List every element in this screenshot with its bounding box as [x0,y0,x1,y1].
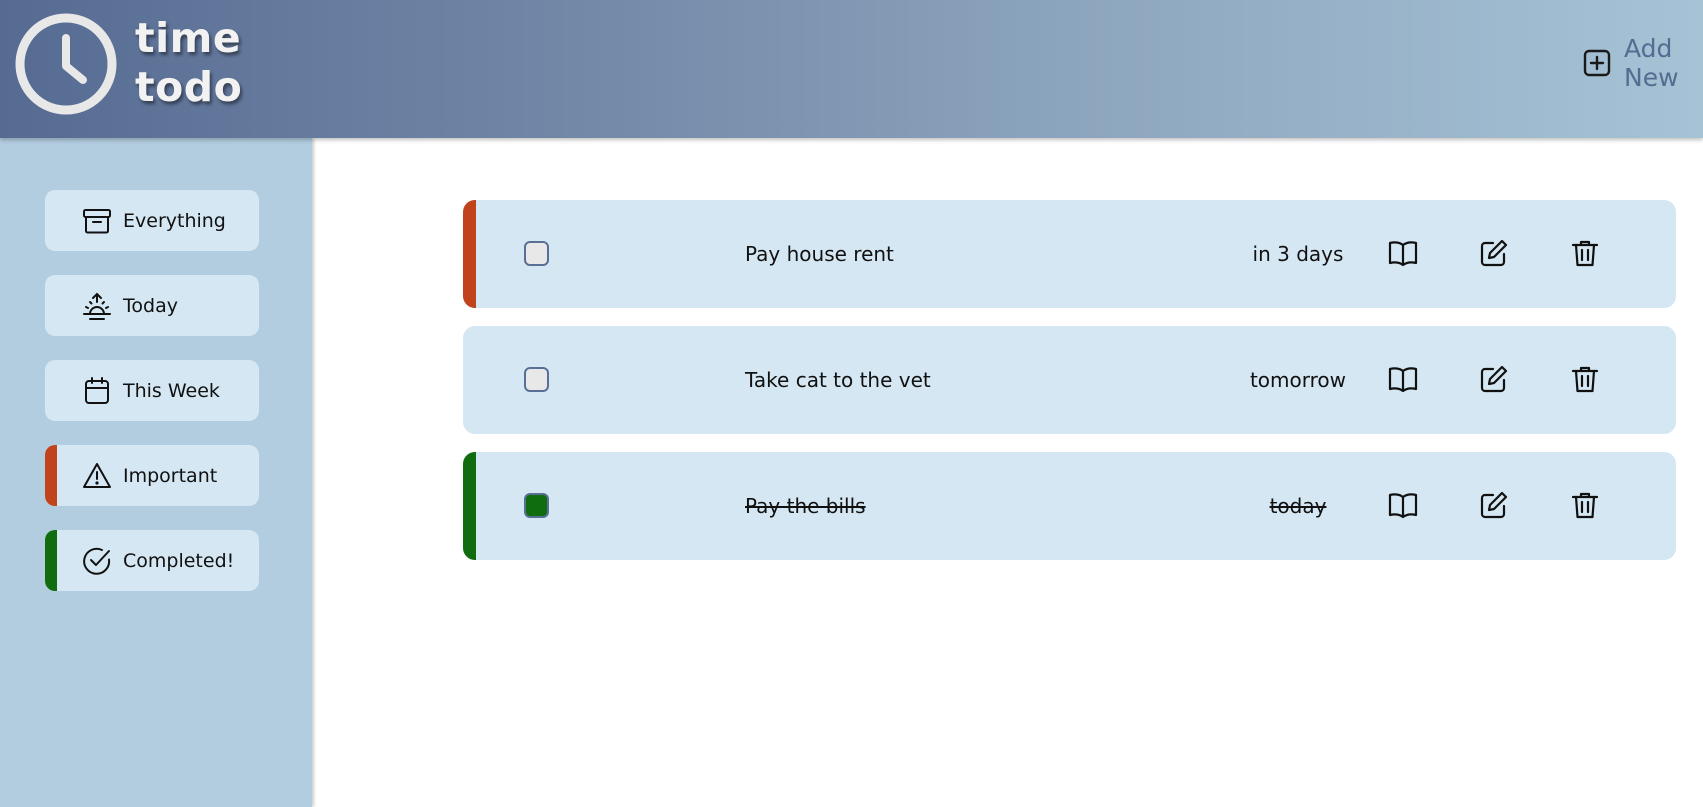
sunrise-icon [83,292,111,320]
sidebar-item-everything[interactable]: Everything [45,190,259,251]
todo-due-date: tomorrow [1249,368,1347,392]
check-circle-icon [83,547,111,575]
details-book-icon[interactable] [1387,363,1419,395]
sidebar-item-label: Completed! [123,549,235,572]
warning-triangle-icon [83,462,111,488]
todo-row: Pay house rent in 3 days [463,200,1676,308]
sidebar-item-label: Everything [123,209,226,232]
todo-title: Pay the bills [745,494,866,518]
sidebar-item-today[interactable]: Today [45,275,259,336]
todo-row: Pay the bills today [463,452,1676,560]
todo-checkbox[interactable] [524,367,549,392]
archive-box-icon [83,208,111,233]
important-accent-bar [45,445,57,506]
delete-trash-icon[interactable] [1569,237,1601,269]
plus-square-icon [1583,49,1611,77]
app-logo-text: time todo [135,14,242,112]
clock-icon [15,13,117,115]
sidebar-item-important[interactable]: Important [45,445,259,506]
sidebar-item-label: This Week [123,379,220,402]
app-header: time todo Add New [0,0,1703,138]
todo-title: Pay house rent [745,242,894,266]
completed-accent-bar [45,530,57,591]
todo-checkbox[interactable] [524,493,549,518]
todo-due-date: in 3 days [1252,242,1344,266]
sidebar-item-completed[interactable]: Completed! [45,530,259,591]
sidebar-item-this-week[interactable]: This Week [45,360,259,421]
add-new-button[interactable]: Add New [1582,34,1694,92]
sidebar-item-label: Today [123,294,178,317]
calendar-icon [85,376,109,404]
sidebar-item-label: Important [123,464,218,487]
sidebar: Everything Today This Week Important Com… [0,138,312,807]
edit-icon[interactable] [1478,363,1510,395]
delete-trash-icon[interactable] [1569,363,1601,395]
priority-accent-bar [463,200,476,308]
add-new-label: Add New [1624,34,1679,92]
todo-due-date: today [1269,494,1327,518]
delete-trash-icon[interactable] [1569,489,1601,521]
todo-checkbox[interactable] [524,241,549,266]
edit-icon[interactable] [1478,237,1510,269]
logo-line-1: time [135,14,242,62]
todo-title: Take cat to the vet [745,368,931,392]
edit-icon[interactable] [1478,489,1510,521]
completed-accent-bar [463,452,476,560]
todo-row: Take cat to the vet tomorrow [463,326,1676,434]
details-book-icon[interactable] [1387,237,1419,269]
logo-line-2: todo [135,63,243,111]
details-book-icon[interactable] [1387,489,1419,521]
